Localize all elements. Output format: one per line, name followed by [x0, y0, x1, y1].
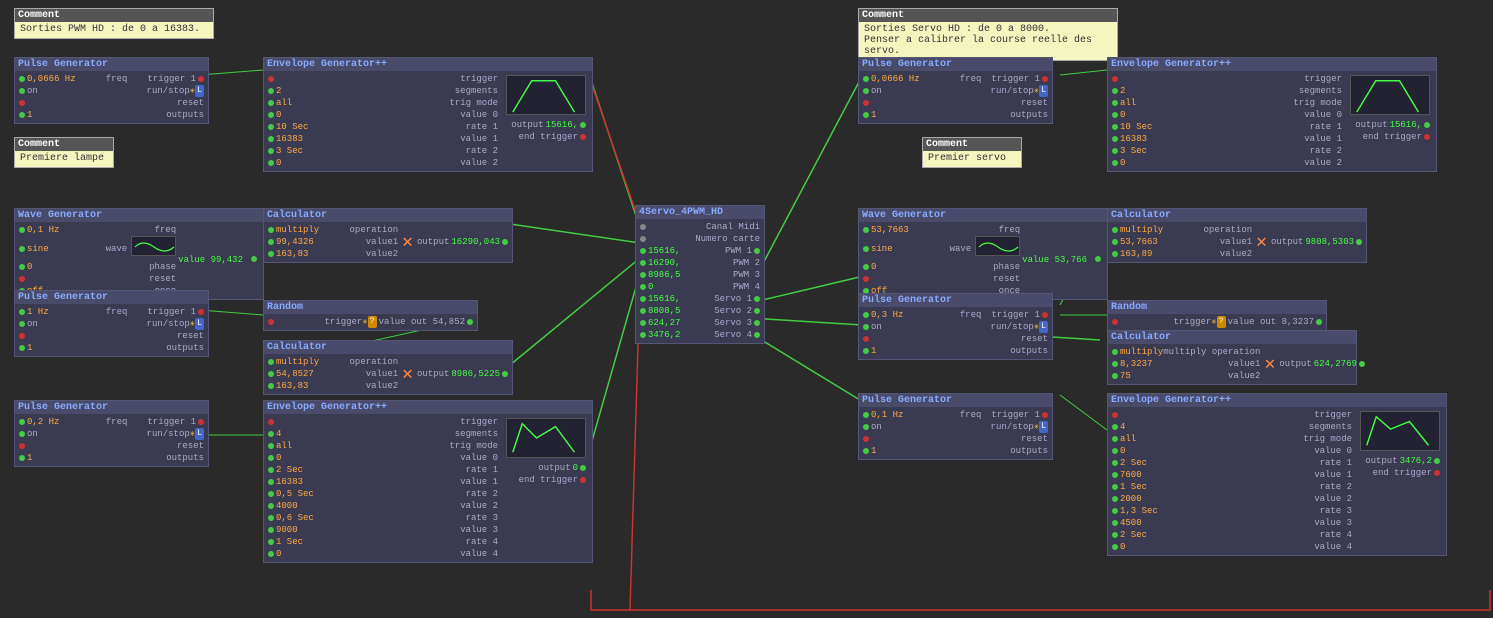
envelope-generator-r1: Envelope Generator++ trigger 2 segments … [1107, 57, 1437, 172]
calculator-r1: Calculator multiply operation 53,7663 va… [1107, 208, 1367, 263]
calc-r2-title: Calculator [1108, 331, 1356, 344]
pg-r3-title: Pulse Generator [859, 394, 1052, 407]
pulse-generator-3: Pulse Generator 0,2 Hz freq trigger 1 on… [14, 400, 209, 467]
pg1-on: on [27, 85, 38, 97]
pg1-reset: reset [177, 97, 204, 109]
center-numero: Numero carte [695, 233, 760, 245]
wg1-phase: phase [149, 261, 176, 273]
pg1-trigger: trigger 1 [147, 73, 196, 85]
wg-r1-title: Wave Generator [859, 209, 1107, 222]
comment-text-2: Penser a calibrer la course reelle des s… [864, 35, 1112, 57]
multiply-operation-label: multiply operation [1163, 346, 1260, 358]
env-r1-title: Envelope Generator++ [1108, 58, 1436, 71]
pulse-generator-1: Pulse Generator 0,0666 Hz freq trigger 1… [14, 57, 209, 124]
pg1-freq: 0,0666 Hz [27, 73, 76, 85]
rand1-value: value out 54,852 [379, 316, 465, 328]
calculator-2: Calculator multiply operation 54,8527 va… [263, 340, 513, 395]
comment-title: Comment [15, 9, 213, 22]
calc2-title: Calculator [264, 341, 512, 354]
calc1-output: 16290,043 [451, 236, 500, 248]
envelope-generator-1: Envelope Generator++ trigger 2 segments … [263, 57, 593, 172]
pg1-1: 1 [27, 109, 32, 121]
rand-r1-title: Random [1108, 301, 1326, 314]
env-r3-title: Envelope Generator++ [1108, 394, 1446, 407]
envelope-generator-3: Envelope Generator++ trigger 4 segments … [263, 400, 593, 563]
pulse-generator-r1: Pulse Generator 0,0666 Hz freq trigger 1… [858, 57, 1053, 124]
rand-r1-value: value out 8,3237 [1228, 316, 1314, 328]
calculator-1: Calculator multiply operation 99,4326 va… [263, 208, 513, 263]
comment-text-1: Sorties Servo HD : de 0 a 8000. [864, 24, 1112, 35]
pg2-title: Pulse Generator [15, 291, 208, 304]
pulse-generator-r3: Pulse Generator 0,1 Hz freq trigger 1 on… [858, 393, 1053, 460]
comment-text: Premier servo [928, 153, 1006, 164]
calc-r1-title: Calculator [1108, 209, 1366, 222]
env1-output: 15616, [546, 119, 578, 131]
wave-generator-1: Wave Generator 0,1 Hz freq sine wave [14, 208, 264, 300]
comment-title: Comment [923, 138, 1021, 151]
pg1-freq-label: freq [106, 73, 128, 85]
comment-text: Sorties PWM HD : de 0 a 16383. [20, 24, 200, 35]
center-4servo-node: 4Servo_4PWM_HD Canal Midi Numero carte 1… [635, 205, 765, 344]
comment-text: Premiere lampe [20, 153, 104, 164]
calc1-operation: operation [350, 224, 399, 236]
comment-title: Comment [859, 9, 1117, 22]
pg1-title: Pulse Generator [15, 58, 208, 71]
pg1-run: run/stop [147, 85, 190, 97]
pg-r1-title: Pulse Generator [859, 58, 1052, 71]
calculator-r2: Calculator multiply multiply operation 8… [1107, 330, 1357, 385]
calc1-op: multiply [276, 224, 319, 236]
comment-left-top: Comment Sorties PWM HD : de 0 a 16383. [14, 8, 214, 39]
comment-title: Comment [15, 138, 113, 151]
center-title: 4Servo_4PWM_HD [636, 206, 764, 219]
pg3-title: Pulse Generator [15, 401, 208, 414]
random-r1: Random trigger ✳ ? value out 8,3237 [1107, 300, 1327, 331]
calc1-title: Calculator [264, 209, 512, 222]
env3-title: Envelope Generator++ [264, 401, 592, 414]
pulse-generator-r2: Pulse Generator 0,3 Hz freq trigger 1 on… [858, 293, 1053, 360]
wg1-value: value 99,432 [178, 255, 243, 265]
center-canal: Canal Midi [706, 221, 760, 233]
env1-title: Envelope Generator++ [264, 58, 592, 71]
comment-right-mid: Comment Premier servo [922, 137, 1022, 168]
comment-left-mid: Comment Premiere lampe [14, 137, 114, 168]
wg1-title: Wave Generator [15, 209, 263, 222]
envelope-generator-r3: Envelope Generator++ trigger 4 segments … [1107, 393, 1447, 556]
pulse-generator-2: Pulse Generator 1 Hz freq trigger 1 on r… [14, 290, 209, 357]
random-1: Random trigger ✳ ? value out 54,852 [263, 300, 478, 331]
pg-r2-title: Pulse Generator [859, 294, 1052, 307]
comment-right-top: Comment Sorties Servo HD : de 0 a 8000. … [858, 8, 1118, 61]
pg1-outputs: outputs [166, 109, 204, 121]
rand1-title: Random [264, 301, 477, 314]
wave-generator-r1: Wave Generator 53,7663 freq sine wave [858, 208, 1108, 300]
